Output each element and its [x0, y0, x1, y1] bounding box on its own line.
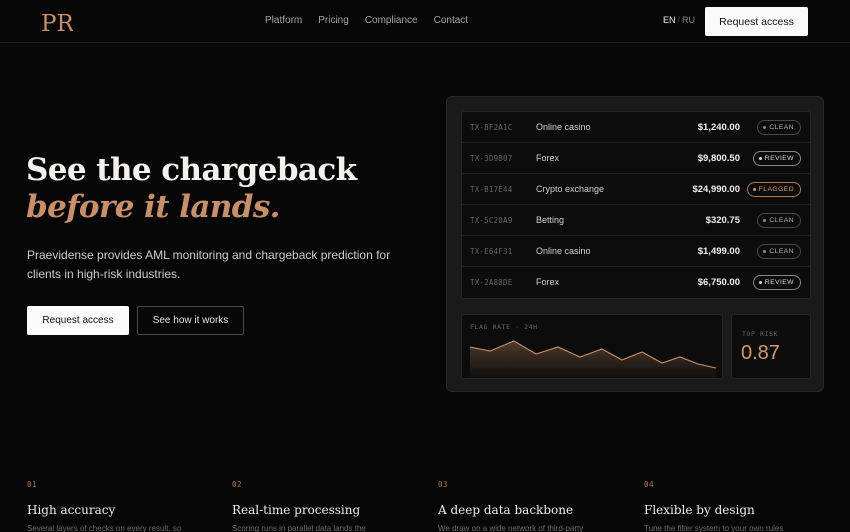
status-dot-icon: [763, 126, 767, 129]
transaction-category: Forex: [536, 277, 560, 287]
status-badge: REVIEW: [752, 275, 801, 290]
transaction-category: Forex: [536, 153, 560, 163]
language-switcher: EN / RU: [663, 15, 695, 25]
feature-number: 01: [27, 480, 38, 489]
lang-ru[interactable]: RU: [682, 15, 695, 25]
praevidense-logo[interactable]: PR: [41, 10, 73, 34]
transaction-row[interactable]: TX-B17E44 Crypto exchange $24,990.00 FLAGGE…: [462, 174, 810, 205]
feature-title: Real-time processing: [232, 503, 361, 517]
request-access-button[interactable]: Request access: [27, 306, 129, 335]
transaction-id: TX-2A88DE: [470, 278, 513, 287]
transaction-id: TX-8F2A1C: [470, 123, 513, 132]
status-badge: CLEAN: [757, 213, 801, 228]
dashboard-preview: TX-8F2A1C Online casino $1,240.00 CLEAN TX-3…: [446, 96, 824, 392]
status-dot-icon: [758, 281, 762, 284]
site-header: PR Platform Pricing Compliance Contact E…: [0, 0, 850, 43]
transaction-id: TX-B17E44: [470, 185, 513, 194]
feature-title: High accuracy: [27, 503, 116, 517]
feature-title: A deep data backbone: [438, 503, 574, 517]
feature-4: 04 Flexible by design Tune the filter sy…: [644, 480, 834, 532]
transaction-id: TX-3D9B07: [470, 154, 513, 163]
feature-number: 03: [438, 480, 449, 489]
feature-2: 02 Real-time processing Scoring runs in …: [232, 480, 422, 532]
main-nav: Platform Pricing Compliance Contact: [265, 15, 468, 26]
hero-title-line1: See the chargeback: [26, 152, 357, 188]
hero-title-line2: before it lands.: [26, 189, 280, 225]
transaction-id: TX-E64F31: [470, 247, 513, 256]
transaction-category: Betting: [536, 215, 565, 225]
transaction-amount: $320.75: [705, 215, 740, 226]
status-dot-icon: [763, 250, 767, 253]
top-risk-label: TOP RISK: [742, 330, 779, 338]
transaction-table: TX-8F2A1C Online casino $1,240.00 CLEAN TX-3…: [461, 111, 811, 299]
lang-separator: /: [677, 15, 681, 25]
top-risk-value: 0.87: [741, 342, 780, 364]
hero-description: Praevidense provides AML monitoring and …: [27, 248, 391, 281]
transaction-category: Crypto exchange: [536, 184, 605, 194]
status-badge: CLEAN: [757, 120, 801, 135]
flag-rate-card: FLAG RATE · 24H: [461, 314, 723, 379]
transaction-row[interactable]: TX-8F2A1C Online casino $1,240.00 CLEAN: [462, 112, 810, 143]
top-risk-card: TOP RISK 0.87: [731, 314, 811, 379]
logo-text: PR: [41, 11, 73, 34]
sparkline-area: [470, 341, 716, 378]
status-dot-icon: [758, 157, 762, 160]
flag-rate-label: FLAG RATE · 24H: [470, 323, 538, 331]
nav-pricing[interactable]: Pricing: [318, 15, 349, 26]
status-label: CLEAN: [769, 124, 794, 131]
transaction-category: Online casino: [536, 122, 591, 132]
transaction-amount: $9,800.50: [697, 153, 740, 164]
flag-rate-sparkline: [469, 340, 717, 378]
status-label: CLEAN: [769, 217, 794, 224]
status-dot-icon: [763, 219, 767, 222]
feature-description: Tune the filter system to your own rules: [644, 524, 784, 532]
feature-3: 03 A deep data backbone We draw on a wid…: [438, 480, 628, 532]
see-how-it-works-button[interactable]: See how it works: [137, 306, 244, 335]
transaction-category: Online casino: [536, 246, 591, 256]
status-badge: REVIEW: [752, 151, 801, 166]
lang-en[interactable]: EN: [663, 15, 676, 25]
transaction-row[interactable]: TX-5C20A9 Betting $320.75 CLEAN: [462, 205, 810, 236]
nav-compliance[interactable]: Compliance: [365, 15, 418, 26]
status-label: CLEAN: [769, 248, 794, 255]
status-badge: FLAGGED: [746, 182, 801, 197]
hero-title: See the chargeback before it lands.: [26, 152, 357, 226]
status-label: FLAGGED: [758, 186, 794, 193]
feature-number: 02: [232, 480, 243, 489]
feature-description: We draw on a wide network of third-party: [438, 524, 584, 532]
transaction-amount: $24,990.00: [692, 184, 740, 195]
transaction-row[interactable]: TX-3D9B07 Forex $9,800.50 REVIEW: [462, 143, 810, 174]
status-dot-icon: [752, 188, 756, 191]
transaction-amount: $6,750.00: [697, 277, 740, 288]
feature-number: 04: [644, 480, 655, 489]
feature-1: 01 High accuracy Several layers of check…: [27, 480, 217, 532]
status-label: REVIEW: [764, 155, 794, 162]
feature-title: Flexible by design: [644, 503, 755, 517]
status-label: REVIEW: [764, 279, 794, 286]
status-badge: CLEAN: [757, 244, 801, 259]
transaction-amount: $1,499.00: [697, 246, 740, 257]
feature-description: Scoring runs in parallel data lands the: [232, 524, 366, 532]
header-request-access-button[interactable]: Request access: [705, 7, 808, 36]
transaction-amount: $1,240.00: [697, 122, 740, 133]
transaction-row[interactable]: TX-2A88DE Forex $6,750.00 REVIEW: [462, 267, 810, 298]
nav-platform[interactable]: Platform: [265, 15, 302, 26]
transaction-row[interactable]: TX-E64F31 Online casino $1,499.00 CLEAN: [462, 236, 810, 267]
nav-contact[interactable]: Contact: [434, 15, 468, 26]
feature-description: Several layers of checks on every result…: [27, 524, 182, 532]
transaction-id: TX-5C20A9: [470, 216, 513, 225]
